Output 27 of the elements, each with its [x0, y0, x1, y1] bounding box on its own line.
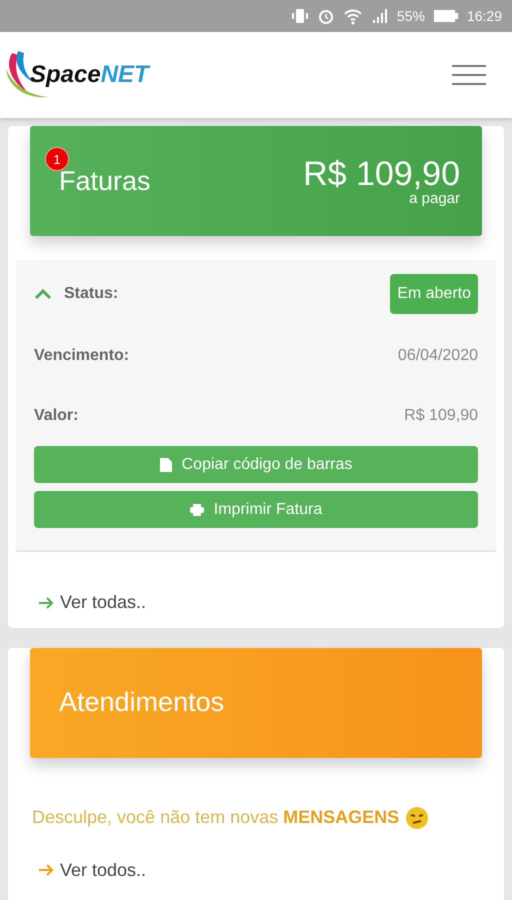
due-date-label: Vencimento:: [34, 347, 130, 365]
arrow-right-icon: [38, 596, 54, 608]
signal-icon: [370, 7, 389, 25]
wifi-icon: [342, 7, 363, 25]
due-date-value: 06/04/2020: [398, 347, 478, 365]
see-all-link[interactable]: Ver todas..: [38, 592, 146, 613]
vibrate-icon: [290, 7, 309, 25]
battery-icon: [432, 8, 459, 24]
printer-icon: [190, 504, 204, 516]
value-label: Valor:: [34, 407, 78, 425]
amount-due: R$ 109,90: [303, 156, 460, 192]
chevron-up-icon[interactable]: [34, 288, 52, 300]
battery-percent: 55%: [396, 8, 425, 24]
amount-caption: a pagar: [409, 190, 460, 206]
value-amount: R$ 109,90: [404, 407, 478, 425]
alarm-icon: [316, 7, 335, 25]
clock-time: 16:29: [466, 8, 502, 24]
document-icon: [160, 458, 172, 472]
no-messages-text: Desculpe, você não tem novas MENSAGENS: [32, 807, 400, 828]
notification-badge: 1: [46, 148, 68, 170]
arrow-right-icon: [38, 864, 54, 876]
status-badge: Em aberto: [390, 274, 478, 314]
confused-face-icon: [405, 806, 430, 830]
support-title: Atendimentos: [59, 687, 224, 718]
logo-text: SpaceNET: [30, 61, 149, 89]
see-all-link[interactable]: Ver todos..: [38, 860, 146, 880]
status-label: Status:: [64, 285, 118, 303]
